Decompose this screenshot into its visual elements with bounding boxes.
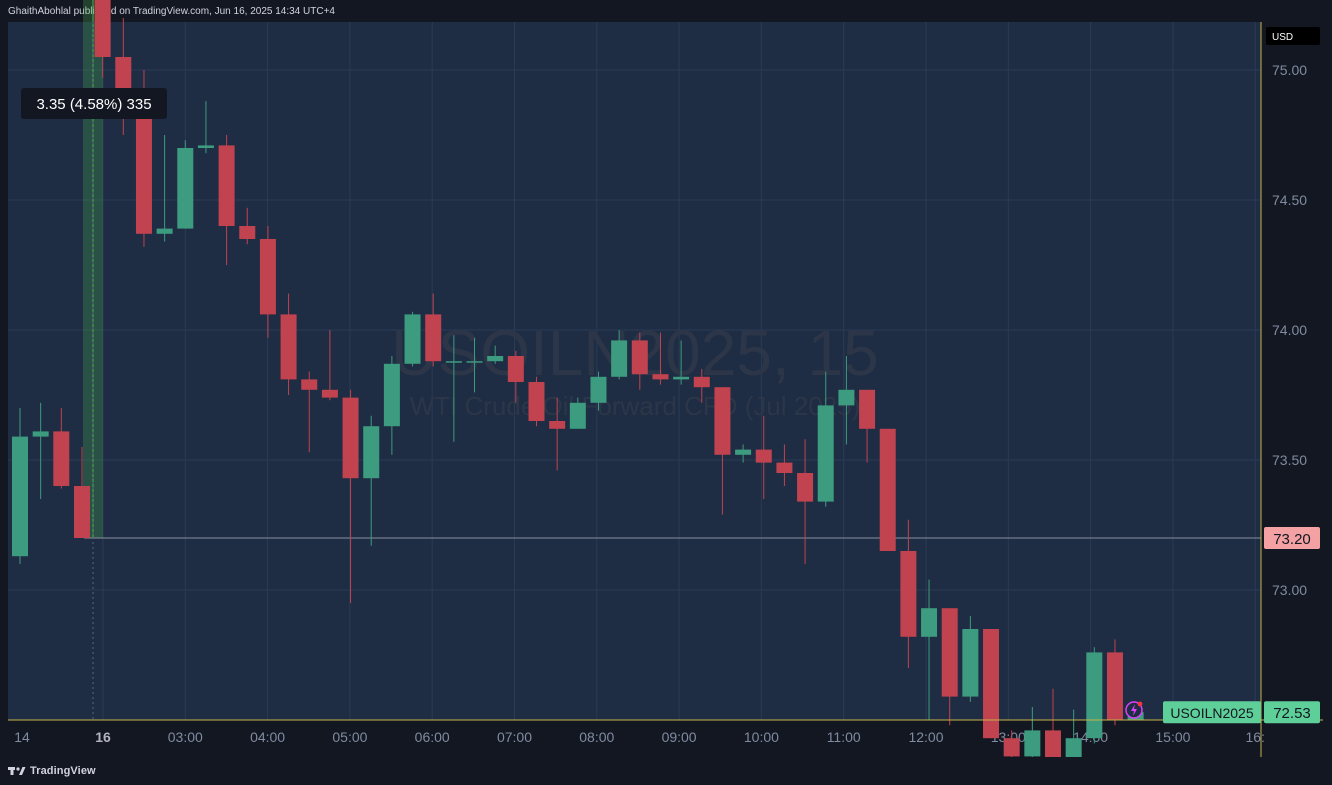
candle-body[interactable] bbox=[239, 226, 256, 239]
x-tick-label: 12:00 bbox=[908, 729, 943, 745]
candle-body[interactable] bbox=[921, 608, 938, 637]
y-tick-label: 73.50 bbox=[1272, 452, 1307, 468]
candle-body[interactable] bbox=[714, 387, 731, 455]
candle-body[interactable] bbox=[1065, 738, 1082, 757]
candle-body[interactable] bbox=[879, 428, 896, 551]
candle-body[interactable] bbox=[115, 57, 132, 94]
price-chart[interactable]: 73.0073.5074.0074.5075.0075.5076.0077.00… bbox=[0, 0, 1332, 757]
y-tick-label: 73.00 bbox=[1272, 582, 1307, 598]
candle-body[interactable] bbox=[12, 436, 28, 557]
x-tick-label: 07:00 bbox=[497, 729, 532, 745]
candle-body[interactable] bbox=[859, 389, 876, 429]
candle-body[interactable] bbox=[611, 340, 628, 377]
candle-body[interactable] bbox=[301, 379, 318, 390]
candle-body[interactable] bbox=[259, 239, 276, 315]
x-tick-label: 11:00 bbox=[827, 729, 861, 745]
candle-body[interactable] bbox=[507, 356, 524, 382]
y-tick-label: 75.00 bbox=[1272, 62, 1307, 78]
bottom-bar bbox=[0, 757, 1332, 785]
candle-body[interactable] bbox=[218, 145, 235, 226]
x-tick-label: 04:00 bbox=[250, 729, 285, 745]
candle-body[interactable] bbox=[177, 148, 194, 229]
candle-body[interactable] bbox=[94, 0, 111, 57]
candle-body[interactable] bbox=[528, 382, 545, 421]
x-tick-label: 16: bbox=[1245, 729, 1264, 745]
tradingview-brand: TradingView bbox=[30, 765, 96, 777]
candle-body[interactable] bbox=[363, 426, 380, 479]
symbol-label: USOILN2025 bbox=[1170, 705, 1253, 721]
watermark-description: WTI Crude Oil Forward CFD (Jul 2025) bbox=[410, 391, 861, 421]
measure-label: 3.35 (4.58%) 335 bbox=[36, 96, 151, 113]
candle-body[interactable] bbox=[900, 551, 917, 637]
x-tick-label: 14 bbox=[14, 729, 30, 745]
candle-body[interactable] bbox=[53, 431, 70, 486]
candle-body[interactable] bbox=[280, 314, 297, 380]
current-price-label: 72.53 bbox=[1273, 705, 1311, 722]
candle-body[interactable] bbox=[631, 340, 648, 375]
x-tick-label: 10:00 bbox=[744, 729, 779, 745]
candle-body[interactable] bbox=[983, 629, 1000, 739]
candle-body[interactable] bbox=[156, 228, 173, 234]
candle-body[interactable] bbox=[962, 629, 979, 697]
candle-body[interactable] bbox=[817, 405, 834, 502]
x-tick-label: 06:00 bbox=[415, 729, 450, 745]
currency-label: USD bbox=[1272, 32, 1293, 43]
candle-body[interactable] bbox=[549, 421, 566, 429]
x-tick-label: 09:00 bbox=[662, 729, 697, 745]
candle-body[interactable] bbox=[1024, 730, 1041, 757]
price-marker-label: 73.20 bbox=[1273, 531, 1311, 548]
candle-body[interactable] bbox=[321, 389, 338, 398]
price-axis[interactable] bbox=[1261, 22, 1323, 720]
candle-body[interactable] bbox=[735, 449, 752, 455]
candle-body[interactable] bbox=[383, 363, 400, 427]
x-tick-label: 16 bbox=[95, 729, 111, 745]
y-tick-label: 74.50 bbox=[1272, 192, 1307, 208]
tradingview-logo[interactable]: TradingView bbox=[8, 765, 96, 777]
y-tick-label: 74.00 bbox=[1272, 322, 1307, 338]
candle-body[interactable] bbox=[425, 314, 442, 362]
candle-body[interactable] bbox=[590, 376, 607, 403]
notification-dot bbox=[1137, 701, 1143, 707]
candle-body[interactable] bbox=[404, 314, 421, 364]
candle-body[interactable] bbox=[941, 608, 958, 697]
candle-body[interactable] bbox=[652, 374, 669, 380]
candle-body[interactable] bbox=[445, 361, 462, 363]
candle-body[interactable] bbox=[73, 486, 90, 538]
candle-body[interactable] bbox=[1003, 738, 1020, 757]
candle-body[interactable] bbox=[693, 376, 710, 388]
candle-body[interactable] bbox=[1106, 652, 1123, 720]
candle-body[interactable] bbox=[197, 145, 214, 148]
candle-body[interactable] bbox=[673, 376, 690, 380]
x-tick-label: 08:00 bbox=[579, 729, 614, 745]
candle-body[interactable] bbox=[466, 361, 483, 363]
candle-body[interactable] bbox=[342, 397, 359, 479]
candle-body[interactable] bbox=[776, 462, 793, 473]
x-tick-label: 03:00 bbox=[168, 729, 203, 745]
x-tick-label: 15:00 bbox=[1155, 729, 1190, 745]
candle-body[interactable] bbox=[1086, 652, 1103, 739]
x-tick-label: 05:00 bbox=[332, 729, 367, 745]
tradingview-icon bbox=[8, 767, 26, 775]
candle-body[interactable] bbox=[32, 431, 49, 437]
candle-body[interactable] bbox=[797, 473, 814, 502]
candle-body[interactable] bbox=[838, 389, 855, 406]
candle-body[interactable] bbox=[487, 356, 504, 362]
candle-body[interactable] bbox=[569, 402, 586, 429]
candle-body[interactable] bbox=[755, 449, 772, 463]
candle-body[interactable] bbox=[1045, 730, 1061, 757]
